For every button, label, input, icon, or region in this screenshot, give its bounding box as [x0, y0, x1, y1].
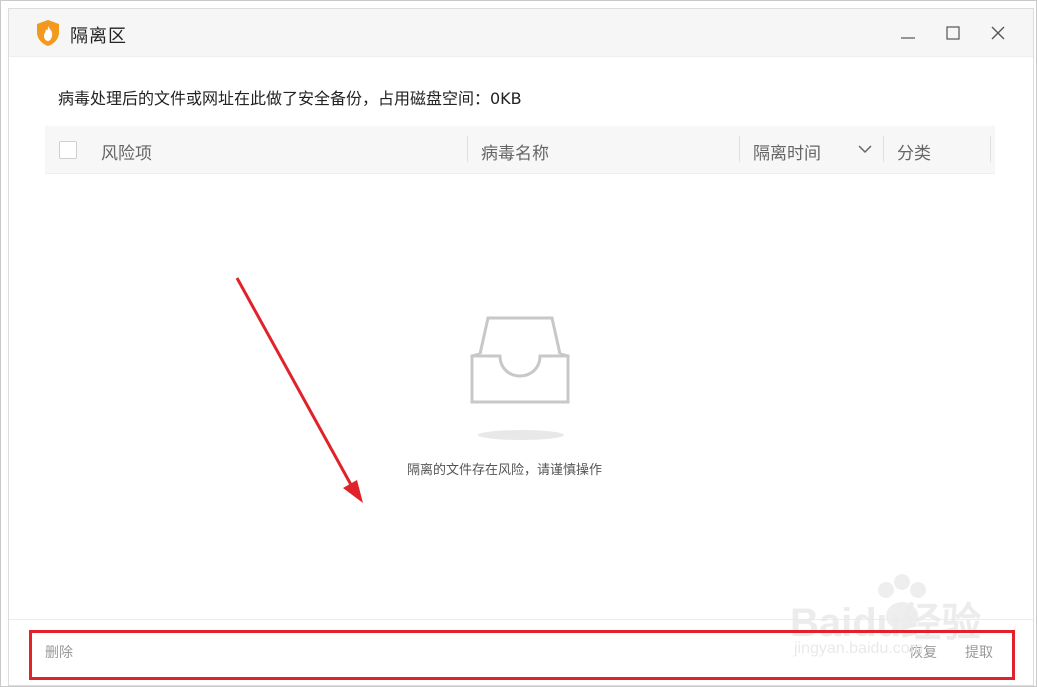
chevron-down-icon[interactable]	[857, 142, 873, 156]
restore-button[interactable]: 恢复	[909, 642, 937, 662]
footer-divider	[9, 619, 1033, 620]
quarantine-window: 隔离区 病毒处理后的文件或网址在此做了安全备份，占用磁盘空间：0KB 风险项 病…	[8, 8, 1034, 686]
table-header: 风险项 病毒名称 隔离时间 分类	[45, 126, 995, 174]
column-divider	[739, 136, 740, 162]
select-all-checkbox[interactable]	[59, 141, 77, 159]
column-header-quarantine-time[interactable]: 隔离时间	[753, 139, 821, 164]
shield-flame-icon	[37, 20, 59, 46]
delete-button[interactable]: 删除	[45, 642, 73, 662]
column-header-category[interactable]: 分类	[897, 139, 931, 164]
title-bar[interactable]: 隔离区	[9, 9, 1033, 57]
maximize-button[interactable]	[938, 19, 968, 47]
extract-button[interactable]: 提取	[965, 642, 993, 662]
column-header-virus-name[interactable]: 病毒名称	[481, 139, 549, 164]
column-header-risk-item[interactable]: 风险项	[101, 139, 152, 164]
empty-tray-shadow	[478, 430, 564, 440]
maximize-icon	[946, 26, 960, 40]
empty-tray-icon	[470, 316, 570, 404]
column-divider	[467, 136, 468, 162]
close-button[interactable]	[983, 19, 1013, 47]
window-title: 隔离区	[70, 26, 127, 47]
minimize-button[interactable]	[893, 19, 923, 47]
column-divider	[990, 136, 991, 162]
column-divider	[883, 136, 884, 162]
empty-state-message: 隔离的文件存在风险，请谨慎操作	[407, 463, 603, 478]
minimize-icon	[901, 37, 915, 39]
close-icon	[991, 26, 1005, 40]
screenshot-frame: 隔离区 病毒处理后的文件或网址在此做了安全备份，占用磁盘空间：0KB 风险项 病…	[0, 0, 1037, 687]
storage-info-text: 病毒处理后的文件或网址在此做了安全备份，占用磁盘空间：0KB	[58, 89, 522, 108]
